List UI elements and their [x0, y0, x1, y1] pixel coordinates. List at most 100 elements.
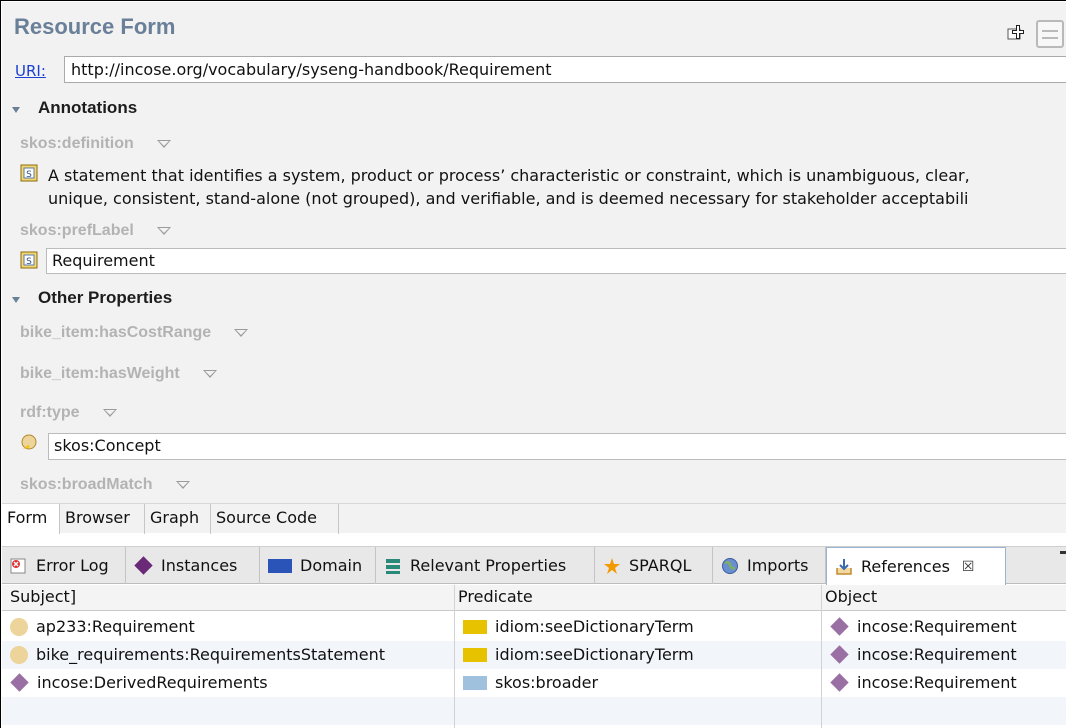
predicate-cell: skos:broader [463, 673, 598, 692]
weight-property: bike_item:hasWeight [20, 363, 217, 387]
column-header-object[interactable]: Object [825, 587, 877, 606]
form-title-bar: Resource Form [2, 2, 1066, 54]
predicate-text: idiom:seeDictionaryTerm [495, 617, 694, 636]
annotation-property-icon [463, 647, 487, 662]
minimize-icon[interactable] [1060, 551, 1066, 554]
tab-domain-label: Domain [300, 556, 363, 575]
tab-imports[interactable]: Imports [713, 547, 826, 584]
application-window: Resource Form URI: Annotations skos:defi… [0, 0, 1066, 728]
subject-text: ap233:Requirement [36, 617, 195, 636]
column-header-subject[interactable]: Subject] [10, 587, 76, 606]
form-title: Resource Form [14, 14, 176, 39]
object-cell: incose:Requirement [830, 617, 1017, 636]
annotation-value-icon: S [20, 251, 38, 269]
cost-range-label: bike_item:hasCostRange [20, 323, 212, 341]
definition-property: skos:definition [20, 133, 171, 157]
instance-icon [830, 617, 849, 636]
chevron-down-icon[interactable] [234, 328, 249, 337]
table-header: Subject] Predicate Object [2, 585, 1066, 611]
predicate-cell: idiom:seeDictionaryTerm [463, 617, 694, 636]
object-text: incose:Requirement [857, 617, 1017, 636]
class-icon [10, 617, 28, 636]
class-value-icon [21, 434, 37, 450]
expand-triangle-icon [12, 107, 20, 113]
layout-icon[interactable] [1036, 20, 1064, 48]
preflabel-value[interactable]: Requirement [46, 248, 1066, 274]
subject-text: bike_requirements:RequirementsStatement [36, 645, 386, 664]
object-text: incose:Requirement [857, 673, 1017, 692]
instances-icon [134, 556, 153, 575]
annotation-property-icon [463, 619, 487, 634]
instance-icon [830, 645, 849, 664]
tab-error-log[interactable]: Error Log [2, 547, 126, 584]
tab-sparql-label: SPARQL [629, 556, 692, 575]
domain-icon [268, 558, 292, 573]
tab-instances[interactable]: Instances [126, 547, 260, 584]
subject-text: incose:DerivedRequirements [37, 673, 268, 692]
add-widget-icon[interactable] [1007, 24, 1029, 44]
annotations-label: Annotations [38, 98, 138, 117]
expand-triangle-icon [12, 297, 20, 303]
definition-label: skos:definition [20, 134, 134, 152]
object-property-icon [463, 675, 487, 690]
column-divider[interactable] [454, 585, 455, 728]
annotations-section-header[interactable]: Annotations [2, 97, 302, 123]
imports-globe-icon [722, 557, 738, 574]
uri-link[interactable]: URI: [15, 62, 46, 80]
tab-imports-label: Imports [747, 556, 809, 575]
references-table: Subject] Predicate Object ap233:Requirem… [2, 585, 1066, 728]
definition-line-2: unique, consistent, stand-alone (not gro… [48, 189, 969, 208]
column-divider[interactable] [821, 585, 822, 728]
cost-range-property: bike_item:hasCostRange [20, 322, 249, 346]
tab-relevant-properties-label: Relevant Properties [410, 556, 567, 575]
tab-form[interactable]: Form [2, 504, 60, 534]
rdf-type-value[interactable]: skos:Concept [48, 433, 1066, 460]
definition-value[interactable]: A statement that identifies a system, pr… [48, 164, 1066, 210]
table-row[interactable]: bike_requirements:RequirementsStatement … [2, 641, 1066, 669]
chevron-down-icon[interactable] [175, 480, 190, 489]
chevron-down-icon[interactable] [156, 226, 171, 235]
chevron-down-icon[interactable] [102, 408, 117, 417]
references-icon [836, 558, 852, 575]
column-header-predicate[interactable]: Predicate [458, 587, 533, 606]
object-text: incose:Requirement [857, 645, 1017, 664]
preflabel-property: skos:prefLabel [20, 220, 171, 244]
subject-cell: ap233:Requirement [10, 617, 195, 636]
rdf-type-property: rdf:type [20, 402, 117, 426]
instance-icon [830, 673, 849, 692]
broadmatch-property: skos:broadMatch [20, 474, 190, 498]
svg-text:S: S [26, 257, 32, 267]
tab-error-log-label: Error Log [36, 556, 109, 575]
broadmatch-label: skos:broadMatch [20, 475, 153, 493]
object-cell: incose:Requirement [830, 673, 1017, 692]
tab-graph[interactable]: Graph [145, 504, 211, 534]
preflabel-label: skos:prefLabel [20, 221, 134, 239]
table-row[interactable]: incose:DerivedRequirements skos:broader … [2, 669, 1066, 697]
annotation-value-icon: S [20, 164, 38, 182]
error-log-icon [10, 558, 26, 573]
instance-icon [10, 673, 29, 692]
tab-domain[interactable]: Domain [260, 547, 376, 584]
weight-label: bike_item:hasWeight [20, 364, 180, 382]
subject-cell: bike_requirements:RequirementsStatement [10, 645, 385, 664]
relevant-properties-icon [386, 558, 400, 574]
subject-cell: incose:DerivedRequirements [10, 673, 268, 692]
views-tab-bar: Error Log Instances Domain Relevant Prop… [2, 546, 1066, 585]
chevron-down-icon[interactable] [202, 369, 217, 378]
tab-sparql[interactable]: SPARQL [595, 547, 713, 584]
uri-input[interactable] [64, 56, 1066, 83]
svg-text:S: S [26, 170, 32, 180]
tab-relevant-properties[interactable]: Relevant Properties [376, 547, 595, 584]
tab-source-code[interactable]: Source Code [211, 504, 339, 534]
predicate-cell: idiom:seeDictionaryTerm [463, 645, 694, 664]
chevron-down-icon[interactable] [156, 139, 171, 148]
other-properties-section-header[interactable]: Other Properties [2, 287, 302, 313]
object-cell: incose:Requirement [830, 645, 1017, 664]
table-row[interactable]: ap233:Requirement idiom:seeDictionaryTer… [2, 613, 1066, 641]
tab-instances-label: Instances [161, 556, 238, 575]
other-properties-label: Other Properties [38, 288, 173, 307]
tab-browser[interactable]: Browser [60, 504, 145, 534]
definition-line-1: A statement that identifies a system, pr… [48, 166, 970, 185]
tab-references[interactable]: References ☒ [826, 547, 1006, 585]
close-icon[interactable]: ☒ [962, 559, 975, 575]
